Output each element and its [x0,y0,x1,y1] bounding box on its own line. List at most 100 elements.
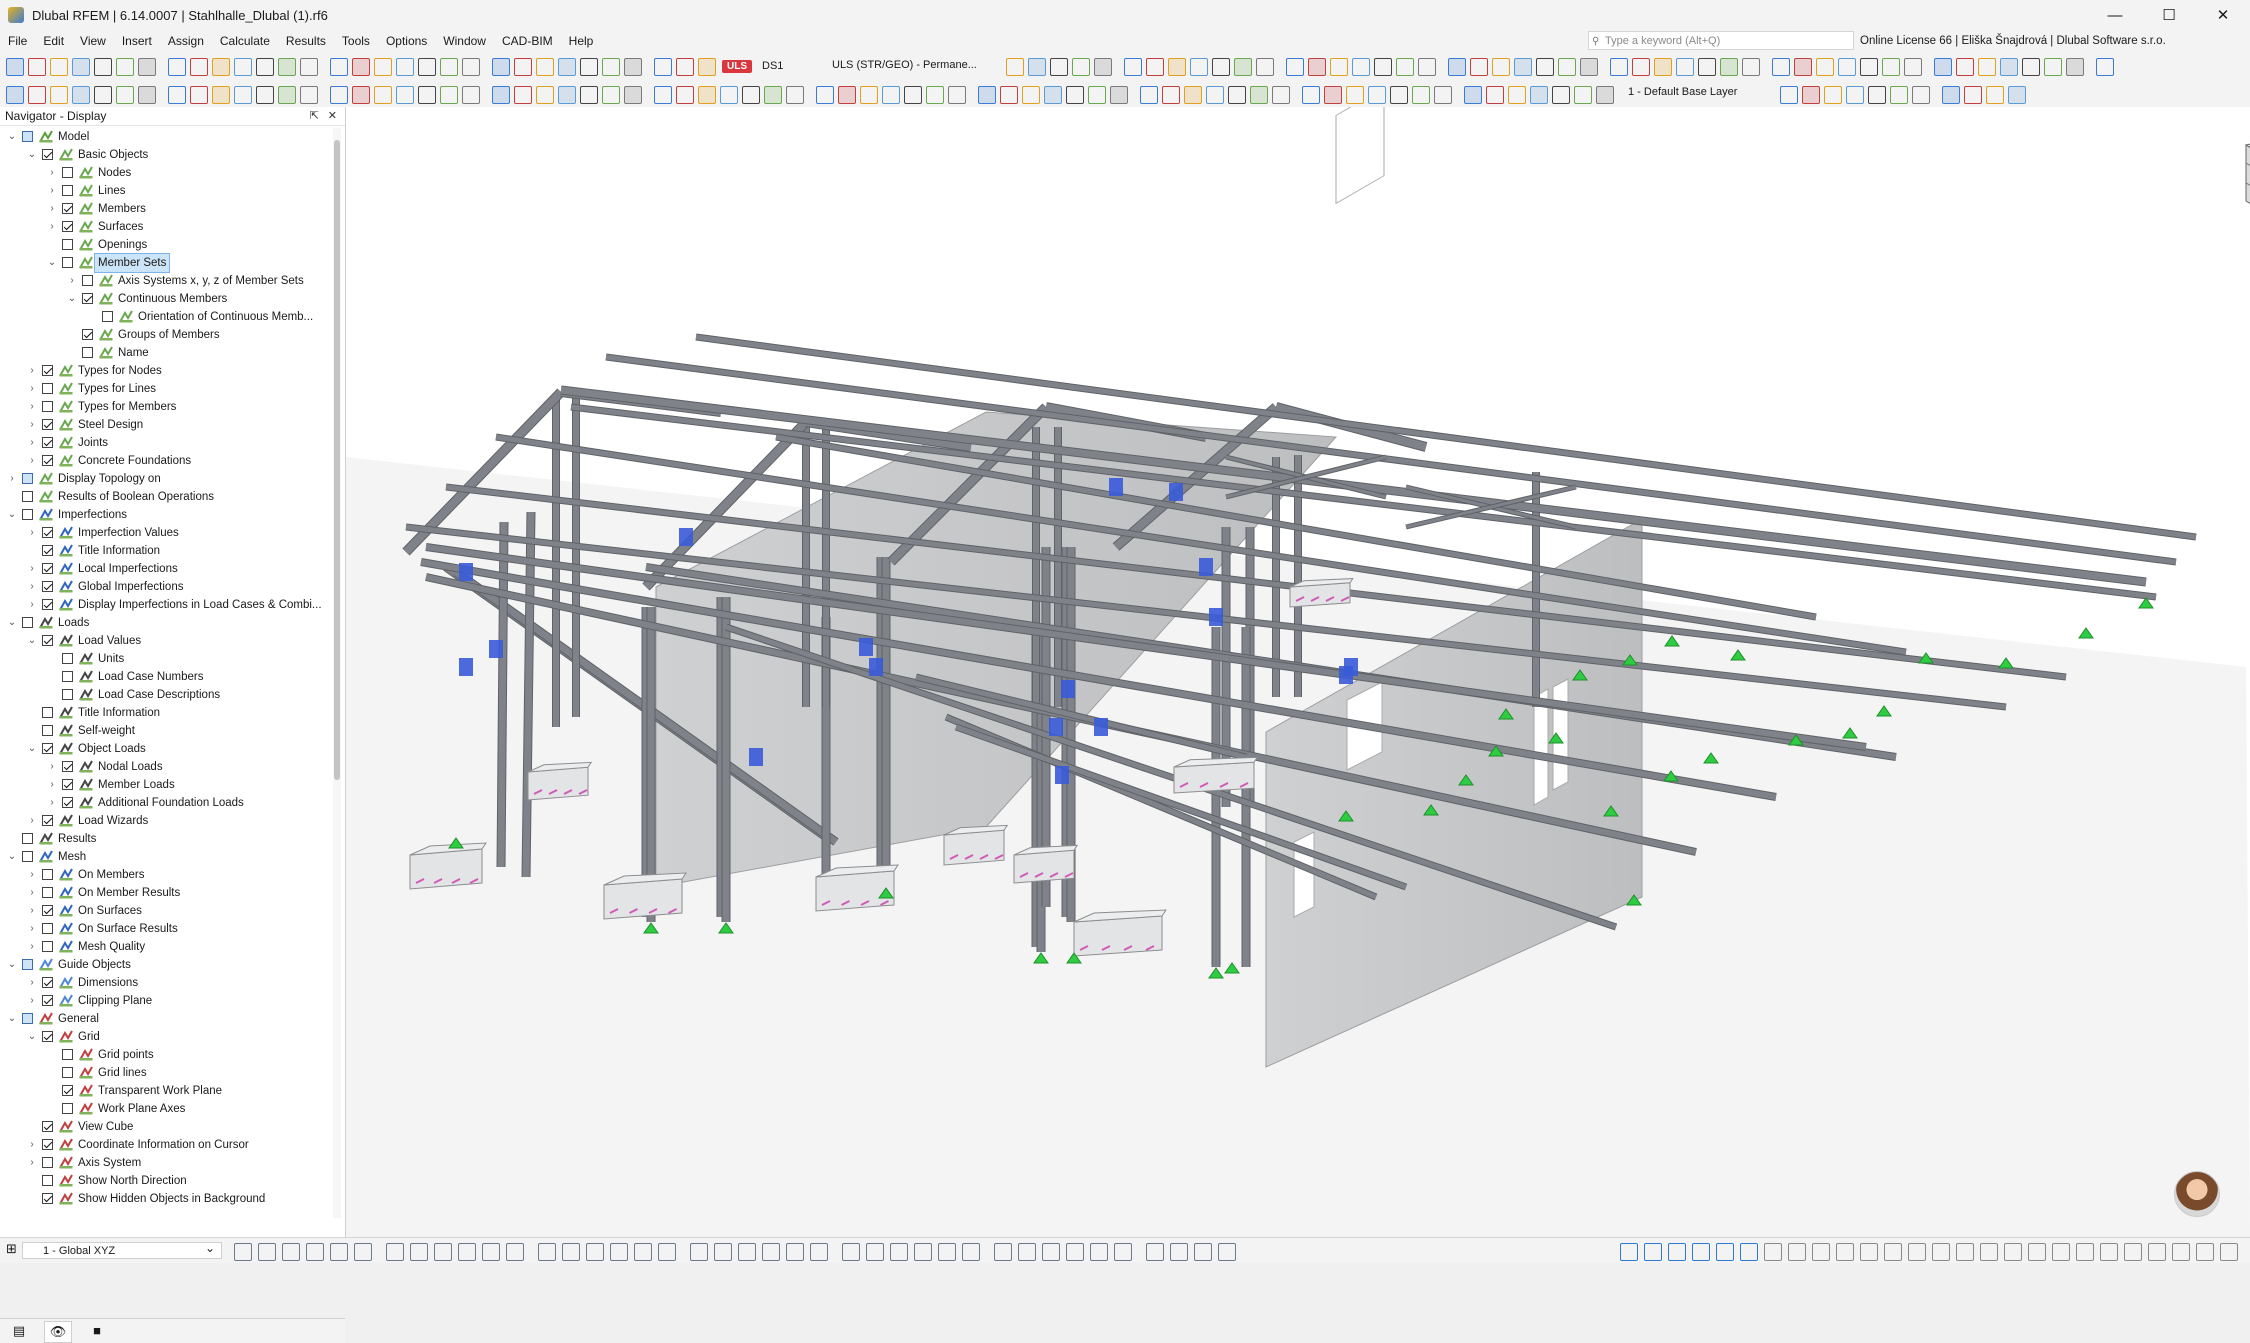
status-tool-icon[interactable] [282,1243,300,1261]
status-tool-icon[interactable] [258,1243,276,1261]
maximize-button[interactable]: ☐ [2142,0,2196,30]
tree-checkbox[interactable] [62,221,73,232]
toolbar-tool-icon[interactable] [440,86,458,104]
status-tool-icon[interactable] [1066,1243,1084,1261]
toolbar-tool-icon[interactable] [602,86,620,104]
toolbar-tool-icon[interactable] [1324,86,1342,104]
toolbar-tool-icon[interactable] [462,58,480,76]
toolbar-tool-icon[interactable] [786,86,804,104]
toolbar-tool-icon[interactable] [1780,86,1798,104]
tree-item[interactable]: ⌄ General [0,1010,330,1028]
toolbar-tool-icon[interactable] [1368,86,1386,104]
menu-assign[interactable]: Assign [160,30,212,52]
toolbar-tool-icon[interactable] [1942,86,1960,104]
expand-chevron-icon[interactable]: › [26,902,38,920]
collapse-chevron-icon[interactable]: ⌄ [6,506,18,524]
toolbar-tool-icon[interactable] [212,58,230,76]
toolbar-tool-icon[interactable] [1346,86,1364,104]
tree-item[interactable]: ⌄ Model [0,128,330,146]
pin-icon[interactable]: ⇱ [310,107,319,125]
toolbar-tool-icon[interactable] [1956,58,1974,76]
toolbar-tool-icon[interactable] [1028,58,1046,76]
toolbar-tool-icon[interactable] [462,86,480,104]
expand-chevron-icon[interactable]: › [26,578,38,596]
tree-checkbox[interactable] [82,347,93,358]
tree-item[interactable]: Grid points [0,1046,330,1064]
toolbar-tool-icon[interactable] [1228,86,1246,104]
tree-checkbox[interactable] [22,1013,33,1024]
menu-calculate[interactable]: Calculate [212,30,278,52]
tree-checkbox[interactable] [62,239,73,250]
menu-insert[interactable]: Insert [114,30,160,52]
toolbar-tool-icon[interactable] [1824,86,1842,104]
toolbar-tool-icon[interactable] [1934,58,1952,76]
toolbar-tool-icon[interactable] [1434,86,1452,104]
toolbar-tool-icon[interactable] [278,58,296,76]
tree-checkbox[interactable] [42,887,53,898]
toolbar-tool-icon[interactable] [1146,58,1164,76]
status-toggle-icon[interactable] [2124,1243,2142,1261]
toolbar-tool-icon[interactable] [1492,58,1510,76]
tree-checkbox[interactable] [62,167,73,178]
toolbar-tool-icon[interactable] [1580,58,1598,76]
tree-item[interactable]: › On Member Results [0,884,330,902]
tree-item[interactable]: Name [0,344,330,362]
tree-item[interactable]: › Lines [0,182,330,200]
toolbar-tool-icon[interactable] [816,86,834,104]
tree-item[interactable]: ⌄ Grid [0,1028,330,1046]
display-tab[interactable]: 👁 [44,1321,72,1343]
toolbar-tool-icon[interactable] [2000,58,2018,76]
toolbar-tool-icon[interactable] [882,86,900,104]
tree-item[interactable]: › Global Imperfections [0,578,330,596]
toolbar-tool-icon[interactable] [50,58,68,76]
toolbar-tool-icon[interactable] [978,86,996,104]
status-tool-icon[interactable] [1218,1243,1236,1261]
expand-chevron-icon[interactable]: › [46,182,58,200]
toolbar-tool-icon[interactable] [1632,58,1650,76]
tree-checkbox[interactable] [42,365,53,376]
tree-item[interactable]: › Members [0,200,330,218]
tree-item[interactable]: ⌄ Basic Objects [0,146,330,164]
tree-checkbox[interactable] [42,815,53,826]
tree-item[interactable]: Load Case Descriptions [0,686,330,704]
tree-checkbox[interactable] [82,275,93,286]
tree-item[interactable]: › Types for Members [0,398,330,416]
tree-checkbox[interactable] [42,707,53,718]
expand-chevron-icon[interactable]: › [26,362,38,380]
tree-checkbox[interactable] [22,473,33,484]
toolbar-tool-icon[interactable] [1352,58,1370,76]
status-toggle-icon[interactable] [1788,1243,1806,1261]
tree-checkbox[interactable] [42,635,53,646]
tree-checkbox[interactable] [22,491,33,502]
menu-window[interactable]: Window [435,30,494,52]
toolbar-tool-icon[interactable] [1912,86,1930,104]
status-toggle-icon[interactable] [2004,1243,2022,1261]
toolbar-tool-icon[interactable] [1536,58,1554,76]
tree-item[interactable]: › Display Topology on [0,470,330,488]
navigator-scrollbar[interactable] [333,128,341,1218]
status-tool-icon[interactable] [1146,1243,1164,1261]
tree-item[interactable]: › Nodal Loads [0,758,330,776]
tree-checkbox[interactable] [42,1139,53,1150]
collapse-chevron-icon[interactable]: ⌄ [26,1028,38,1046]
toolbar-tool-icon[interactable] [2096,58,2114,76]
toolbar-tool-icon[interactable] [396,58,414,76]
tree-item[interactable]: › Nodes [0,164,330,182]
tree-checkbox[interactable] [22,131,33,142]
toolbar-tool-icon[interactable] [1308,58,1326,76]
collapse-chevron-icon[interactable]: ⌄ [6,848,18,866]
expand-chevron-icon[interactable]: › [26,416,38,434]
toolbar-tool-icon[interactable] [624,58,642,76]
status-toggle-icon[interactable] [1908,1243,1926,1261]
collapse-chevron-icon[interactable]: ⌄ [46,254,58,272]
expand-chevron-icon[interactable]: › [26,398,38,416]
tree-checkbox[interactable] [42,1157,53,1168]
tree-checkbox[interactable] [62,1085,73,1096]
status-tool-icon[interactable] [714,1243,732,1261]
toolbar-tool-icon[interactable] [1552,86,1570,104]
toolbar-tool-icon[interactable] [558,86,576,104]
toolbar-tool-icon[interactable] [1470,58,1488,76]
tree-checkbox[interactable] [42,1175,53,1186]
toolbar-tool-icon[interactable] [904,86,922,104]
toolbar-tool-icon[interactable] [72,58,90,76]
